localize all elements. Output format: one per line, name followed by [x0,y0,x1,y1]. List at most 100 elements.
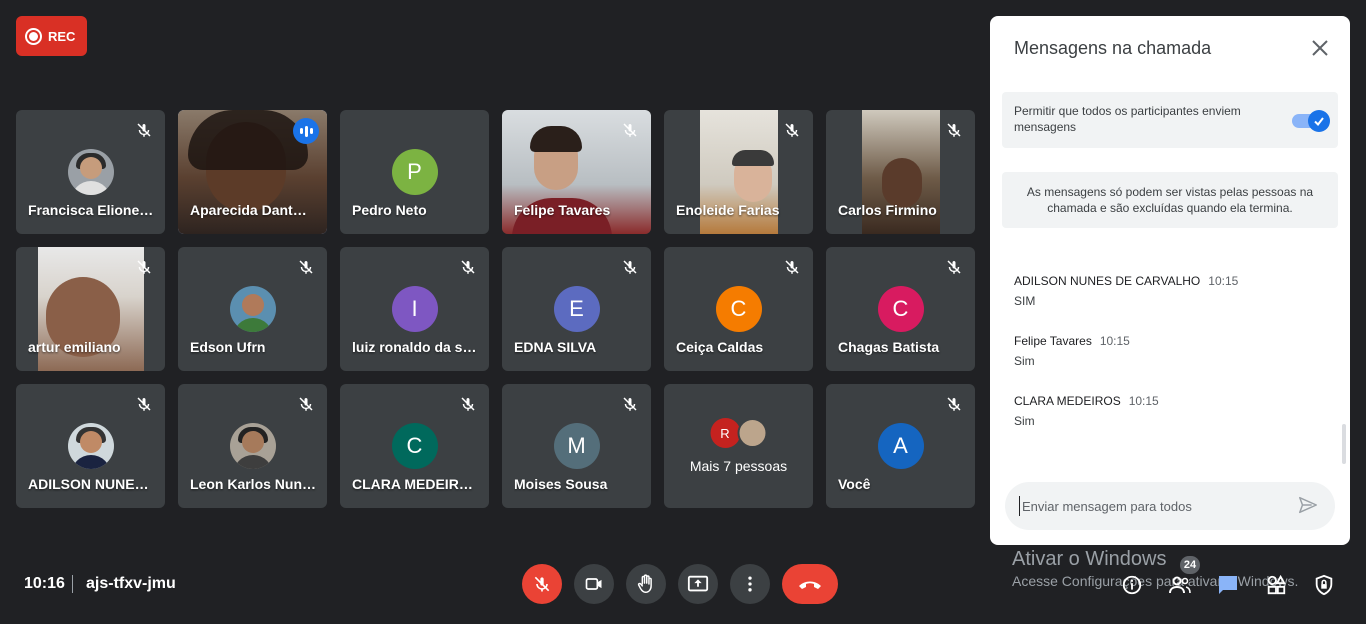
close-button[interactable] [1308,36,1332,60]
avatar-initial: C [892,296,909,321]
permission-setting: Permitir que todos os participantes envi… [1002,92,1338,148]
mic-off-icon [947,397,961,411]
participant-name: EDNA SILVA [514,339,597,355]
participant-name: ADILSON NUNES… [28,476,155,492]
mic-off-icon [785,123,799,137]
divider [72,575,73,593]
participant-name: Enoleide Farias [676,202,780,218]
speaking-indicator-icon [293,118,319,144]
message-time: 10:15 [1128,394,1159,408]
activities-button[interactable] [1262,571,1290,599]
present-screen-icon [687,575,709,592]
host-controls-button[interactable] [1310,571,1338,599]
avatar [67,423,114,469]
participant-tile[interactable]: Enoleide Farias [664,110,813,234]
more-participants-label: Mais 7 pessoas [689,458,788,474]
message-sender: ADILSON NUNES DE CARVALHO [1014,274,1201,288]
participant-tile-speaking[interactable]: Aparecida Dant… [178,110,327,234]
participant-tile[interactable]: Francisca Elionet… [16,110,165,234]
participants-button[interactable] [1166,571,1194,599]
participant-name: Você [838,476,871,492]
message-time: 10:15 [1208,274,1239,288]
more-participants-avatars: R [710,418,767,448]
send-button[interactable] [1297,494,1321,518]
check-icon [1314,117,1324,127]
mic-off-icon [299,260,313,274]
participant-tile[interactable]: Felipe Tavares [502,110,651,234]
participant-video-hair [732,150,774,166]
participant-name: Pedro Neto [352,202,427,218]
participant-tile[interactable]: Leon Karlos Nunes [178,384,327,508]
chat-info-notice: As mensagens só podem ser vistas pelas p… [1002,172,1338,228]
participant-name: Francisca Elionet… [28,202,155,218]
windows-activation-subtitle: Acesse Configurações para ativar o Windo… [1012,573,1299,589]
participant-name: Chagas Batista [838,339,940,355]
participant-tile[interactable]: M Moises Sousa [502,384,651,508]
chat-icon [1219,576,1237,594]
participant-name: Aparecida Dant… [190,202,307,218]
message-text: Sim [1014,414,1035,428]
message-input[interactable] [1019,496,1279,516]
participant-tile[interactable]: Edson Ufrn [178,247,327,371]
participant-tile[interactable]: C Ceiça Caldas [664,247,813,371]
avatar: I [391,286,438,332]
mic-off-icon [137,260,151,274]
toggle-knob [1308,110,1330,132]
mic-off-icon [623,397,637,411]
participant-tile[interactable]: I luiz ronaldo da sil… [340,247,489,371]
present-screen-button[interactable] [678,564,718,604]
meeting-info-button[interactable] [1118,571,1146,599]
avatar-initial: C [406,433,423,458]
participant-tile[interactable]: C CLARA MEDEIROS [340,384,489,508]
avatar-initial: P [407,159,422,184]
participant-tile[interactable]: E EDNA SILVA [502,247,651,371]
raise-hand-button[interactable] [626,564,666,604]
activities-icon [1267,574,1286,595]
participant-name: Moises Sousa [514,476,608,492]
chat-message: ADILSON NUNES DE CARVALHO 10:15 SIM [1014,274,1324,308]
self-tile[interactable]: A Você [826,384,975,508]
message-list: ADILSON NUNES DE CARVALHO 10:15 SIM Felip… [1014,274,1324,454]
participant-tile[interactable]: P Pedro Neto [340,110,489,234]
avatar-initial: A [893,433,908,458]
participant-tile[interactable]: ADILSON NUNES… [16,384,165,508]
participant-name: Edson Ufrn [190,339,266,355]
more-participants-tile[interactable]: R Mais 7 pessoas [664,384,813,508]
participant-tile[interactable]: C Chagas Batista [826,247,975,371]
participant-name: CLARA MEDEIROS [352,476,479,492]
message-sender: CLARA MEDEIROS [1014,394,1121,408]
mic-off-icon [534,576,550,592]
end-call-button[interactable] [782,564,838,604]
avatar: M [553,423,600,469]
participant-video-hair [530,126,582,152]
avatar: C [391,423,438,469]
meeting-time: 10:16 [24,575,65,592]
participant-name: artur emiliano [28,339,121,355]
mic-off-icon [299,397,313,411]
mic-off-icon [461,397,475,411]
allow-messages-toggle[interactable] [1292,110,1330,132]
more-options-button[interactable] [730,564,770,604]
avatar [229,286,276,332]
microphone-button[interactable] [522,564,562,604]
participant-name: Ceiça Caldas [676,339,764,355]
participant-tile[interactable]: Carlos Firmino [826,110,975,234]
participant-tile[interactable]: artur emiliano [16,247,165,371]
camera-button[interactable] [574,564,614,604]
avatar-initial: M [567,433,586,458]
chat-message: CLARA MEDEIROS 10:15 Sim [1014,394,1324,428]
message-scrollbar[interactable] [1342,424,1346,464]
avatar [737,418,767,448]
avatar-initial: I [411,296,418,321]
send-icon [1299,496,1317,514]
participant-name: Carlos Firmino [838,202,937,218]
message-time: 10:15 [1099,334,1130,348]
message-sender: Felipe Tavares [1014,334,1092,348]
record-icon [25,27,42,45]
chat-button[interactable] [1214,571,1242,599]
recording-badge: REC [16,16,87,56]
participant-grid: Francisca Elionet… Aparecida Dant… P Ped… [16,110,975,508]
avatar-initial: E [569,296,584,321]
camera-icon [585,578,602,590]
permission-label: Permitir que todos os participantes envi… [1014,104,1241,134]
